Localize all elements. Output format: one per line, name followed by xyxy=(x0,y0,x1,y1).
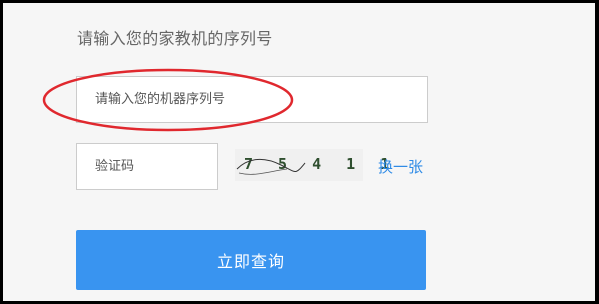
captcha-image[interactable]: 7 5 4 1 1 xyxy=(235,149,389,181)
captcha-noise xyxy=(236,159,306,175)
form-heading: 请输入您的家教机的序列号 xyxy=(77,29,273,48)
query-form-panel: 请输入您的家教机的序列号 7 5 4 1 1 换一张 立即查询 xyxy=(0,0,599,304)
refresh-captcha-link[interactable]: 换一张 xyxy=(378,156,423,177)
submit-query-button[interactable]: 立即查询 xyxy=(76,230,426,290)
serial-number-input[interactable] xyxy=(76,76,428,123)
captcha-input[interactable] xyxy=(76,143,218,190)
